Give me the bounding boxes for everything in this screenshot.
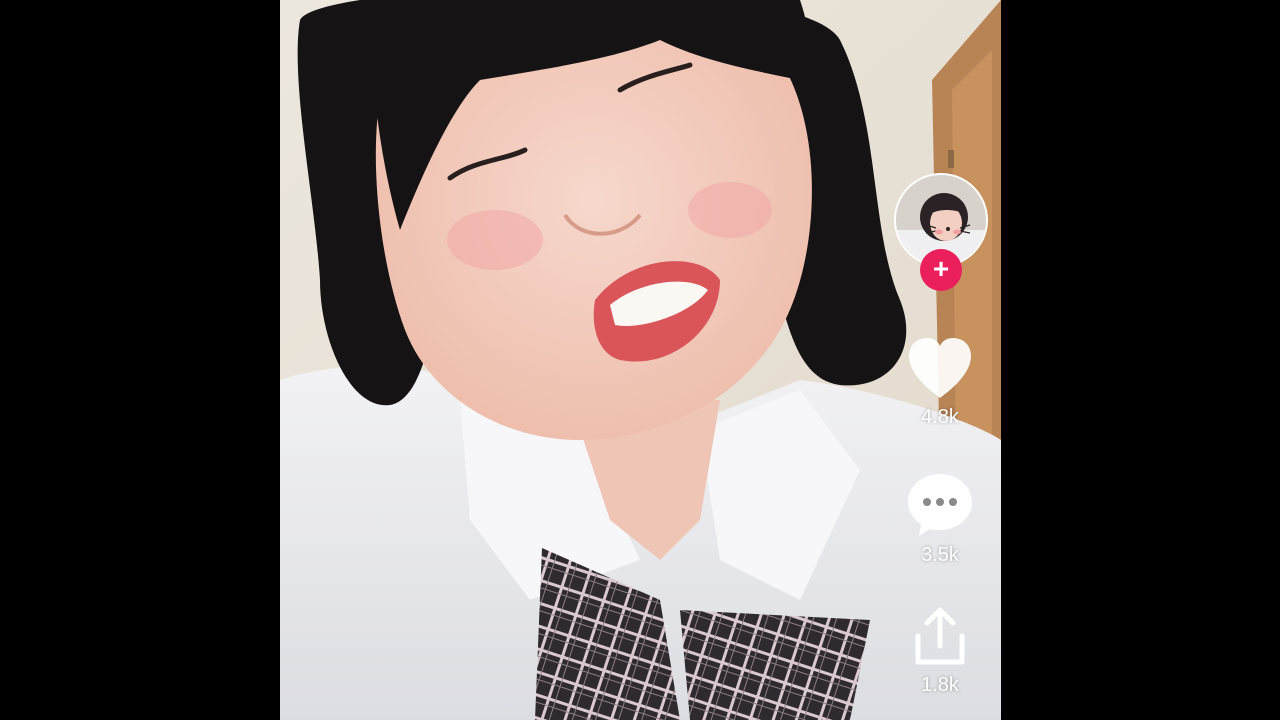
share-count: 1.8k	[921, 674, 959, 696]
app-frame: + 4.8k 3.5k 1.8k	[0, 0, 1280, 720]
plus-icon: +	[932, 253, 950, 284]
share-action: 1.8k	[880, 606, 1000, 697]
heart-icon[interactable]	[905, 336, 975, 400]
share-arrow-icon[interactable]	[910, 606, 970, 668]
comment-count: 3.5k	[921, 544, 959, 566]
like-count: 4.8k	[921, 406, 959, 428]
action-rail: + 4.8k 3.5k 1.8k	[880, 0, 1000, 720]
comment-action: 3.5k	[880, 470, 1000, 567]
creator-avatar-group: +	[894, 173, 988, 291]
comment-bubble-icon[interactable]	[905, 470, 975, 538]
follow-button[interactable]: +	[920, 249, 962, 291]
like-action: 4.8k	[880, 336, 1000, 429]
